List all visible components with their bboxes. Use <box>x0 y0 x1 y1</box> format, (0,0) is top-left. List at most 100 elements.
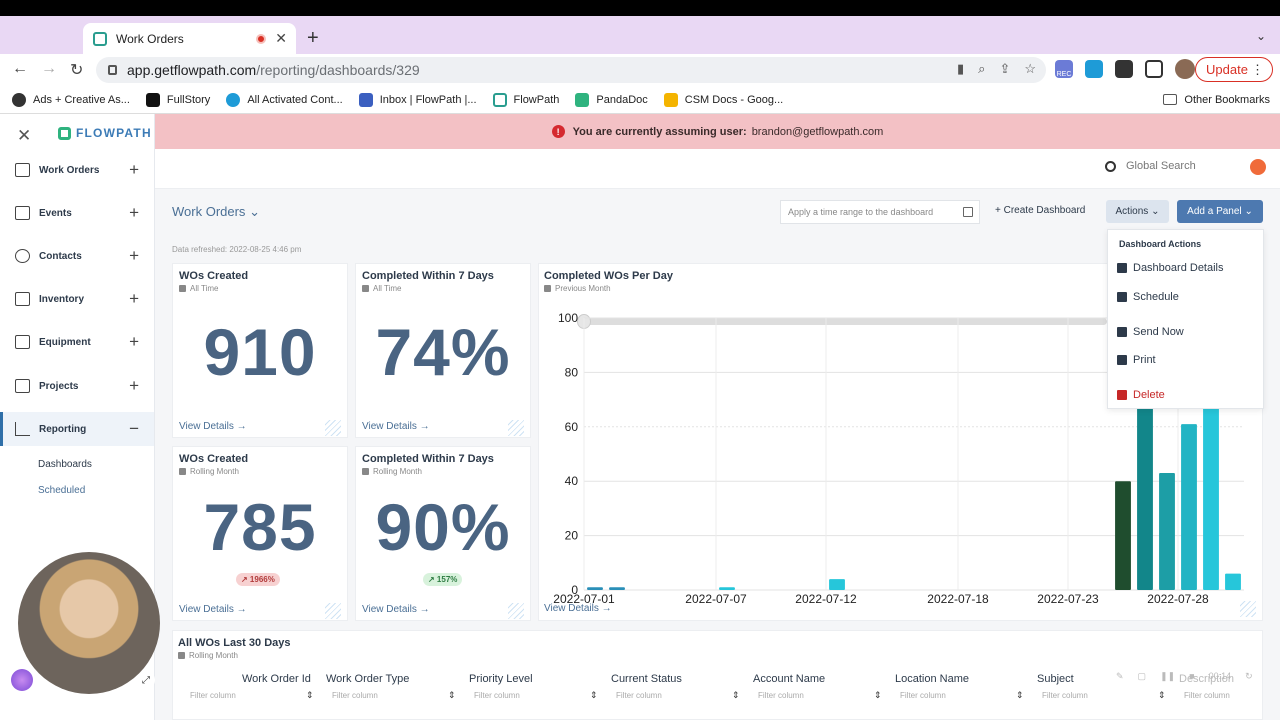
menu-item-schedule[interactable]: Schedule <box>1117 291 1179 303</box>
column-header[interactable]: Subject <box>1037 673 1074 685</box>
sidebar-item-work-orders[interactable]: Work Orders + <box>0 153 154 187</box>
resize-handle-icon[interactable] <box>325 603 341 619</box>
pause-icon[interactable]: ❚❚ <box>1160 671 1175 682</box>
menu-item-delete[interactable]: Delete <box>1117 389 1165 401</box>
filter-column-input[interactable]: Filter column <box>616 691 662 700</box>
filter-column-input[interactable]: Filter column <box>900 691 946 700</box>
sidebar-sub-scheduled[interactable]: Scheduled <box>38 485 85 496</box>
company-logo-icon[interactable] <box>1250 159 1266 175</box>
kpi-value: 90% <box>375 490 511 564</box>
update-button[interactable]: Update ⋮ <box>1195 57 1273 82</box>
other-bookmarks[interactable]: Other Bookmarks <box>1163 94 1270 106</box>
resize-handle-icon[interactable] <box>508 603 524 619</box>
menu-item-print[interactable]: Print <box>1117 354 1156 366</box>
bookmark-item[interactable]: FullStory <box>145 92 210 107</box>
camera-icon[interactable]: ▮ <box>957 61 964 77</box>
card-title: WOs Created <box>179 453 249 465</box>
chevron-down-icon[interactable]: ⌄ <box>1256 29 1266 43</box>
global-search-input[interactable]: Global Search <box>1105 160 1196 172</box>
share-icon[interactable]: ⇪ <box>999 61 1010 77</box>
sort-icon[interactable]: ⇕ <box>732 690 740 701</box>
column-header[interactable]: Work Order Type <box>326 673 409 685</box>
filter-column-input[interactable]: Filter column <box>1184 691 1230 700</box>
sidebar-item-inventory[interactable]: Inventory + <box>0 282 154 316</box>
bookmark-item[interactable]: Ads + Creative As... <box>12 92 130 107</box>
filter-column-input[interactable]: Filter column <box>474 691 520 700</box>
add-icon[interactable]: + <box>129 376 139 396</box>
add-icon[interactable]: + <box>129 246 139 266</box>
sidebar-item-contacts[interactable]: Contacts + <box>0 239 154 273</box>
sort-icon[interactable]: ⇕ <box>448 690 456 701</box>
close-tab-icon[interactable]: ✕ <box>275 30 287 47</box>
actions-button[interactable]: Actions ⌄ <box>1106 200 1169 223</box>
new-tab-button[interactable]: + <box>307 27 319 50</box>
screen-icon[interactable]: ▢ <box>1138 671 1147 682</box>
add-icon[interactable]: + <box>129 332 139 352</box>
sort-icon[interactable]: ⇕ <box>590 690 598 701</box>
calendar-icon[interactable] <box>963 207 973 217</box>
salesforce-extension-icon[interactable] <box>1085 60 1103 78</box>
add-icon[interactable]: + <box>129 203 139 223</box>
menu-item-send-now[interactable]: Send Now <box>1117 326 1184 338</box>
profile-avatar[interactable] <box>1175 59 1195 79</box>
resize-handle-icon[interactable] <box>325 420 341 436</box>
zoom-icon[interactable]: ⌕ <box>978 61 985 77</box>
view-details-link[interactable]: View Details → <box>362 604 430 615</box>
filter-column-input[interactable]: Filter column <box>332 691 378 700</box>
reload-icon[interactable]: ↻ <box>70 60 83 80</box>
bookmark-item[interactable]: All Activated Cont... <box>226 92 343 107</box>
add-icon[interactable]: + <box>129 289 139 309</box>
forward-icon[interactable]: → <box>41 60 57 78</box>
rec-extension-icon[interactable]: REC <box>1055 60 1073 78</box>
add-panel-button[interactable]: Add a Panel ⌄ <box>1177 200 1263 223</box>
bookmark-item[interactable]: CSM Docs - Goog... <box>663 92 783 107</box>
filter-column-input[interactable]: Filter column <box>758 691 804 700</box>
pen-icon[interactable]: ✎ <box>1116 671 1124 682</box>
sort-icon[interactable]: ⇕ <box>1016 690 1024 701</box>
user-avatar[interactable] <box>11 669 33 691</box>
sort-icon[interactable]: ⇕ <box>874 690 882 701</box>
sidebar-item-events[interactable]: Events + <box>0 196 154 230</box>
sidebar-item-equipment[interactable]: Equipment + <box>0 325 154 359</box>
dashboard-title-dropdown[interactable]: Work Orders ⌄ <box>172 204 260 220</box>
filter-column-input[interactable]: Filter column <box>1042 691 1088 700</box>
sort-icon[interactable]: ⇕ <box>1158 690 1166 701</box>
add-icon[interactable]: + <box>129 160 139 180</box>
column-header[interactable]: Account Name <box>753 673 825 685</box>
resize-handle-icon[interactable] <box>508 420 524 436</box>
column-header[interactable]: Location Name <box>895 673 969 685</box>
sidebar-item-reporting[interactable]: Reporting − <box>0 412 154 446</box>
card-subtitle: Rolling Month <box>362 467 422 476</box>
view-details-link[interactable]: View Details → <box>362 421 430 432</box>
url-input[interactable]: app.getflowpath.com/reporting/dashboards… <box>96 57 1046 83</box>
create-dashboard-button[interactable]: + Create Dashboard <box>995 205 1085 216</box>
bookmark-item[interactable]: PandaDoc <box>575 92 648 107</box>
inventory-icon <box>15 292 30 306</box>
column-header[interactable]: Work Order Id <box>242 673 311 685</box>
sidebar-item-projects[interactable]: Projects + <box>0 369 154 403</box>
menu-item-dashboard-details[interactable]: Dashboard Details <box>1117 262 1224 274</box>
sidebar-panel-icon[interactable] <box>1145 60 1163 78</box>
bookmark-item[interactable]: Inbox | FlowPath |... <box>358 92 477 107</box>
view-details-link[interactable]: View Details → <box>179 604 247 615</box>
view-details-link[interactable]: View Details → <box>179 421 247 432</box>
column-header[interactable]: Priority Level <box>469 673 533 685</box>
column-header[interactable]: Current Status <box>611 673 682 685</box>
collapse-icon[interactable]: − <box>129 419 139 439</box>
bookmark-item[interactable]: FlowPath <box>492 92 559 107</box>
back-icon[interactable]: ← <box>12 60 28 78</box>
close-icon[interactable]: ✕ <box>17 126 31 146</box>
time-range-input[interactable]: Apply a time range to the dashboard <box>780 200 980 224</box>
filter-column-input[interactable]: Filter column <box>190 691 236 700</box>
browser-tab-work-orders[interactable]: Work Orders ✕ <box>83 23 296 54</box>
expand-icon[interactable]: ⤢ <box>137 671 155 689</box>
sort-icon[interactable]: ⇕ <box>306 690 314 701</box>
resize-handle-icon[interactable] <box>1240 601 1256 617</box>
restart-icon[interactable]: ↻ <box>1245 671 1253 682</box>
stop-icon[interactable]: ■ <box>1189 671 1194 681</box>
chart-bar <box>829 579 845 590</box>
view-details-link[interactable]: View Details → <box>544 603 612 614</box>
star-icon[interactable]: ☆ <box>1024 61 1036 77</box>
puzzle-extensions-icon[interactable] <box>1115 60 1133 78</box>
sidebar-sub-dashboards[interactable]: Dashboards <box>38 459 92 470</box>
